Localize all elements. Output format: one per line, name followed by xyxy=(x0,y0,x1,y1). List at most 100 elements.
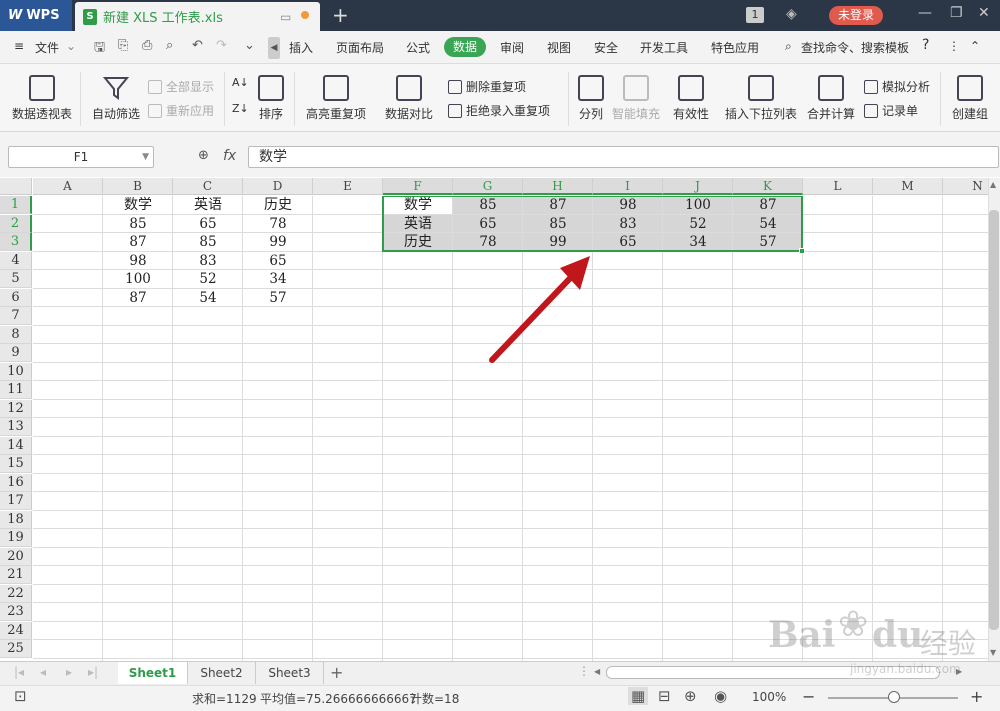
row-header-24[interactable]: 24 xyxy=(0,621,32,640)
cell-b4[interactable]: 98 xyxy=(103,252,173,270)
chevron-down-icon[interactable]: ⌄ xyxy=(66,39,76,53)
format-painter-icon[interactable]: ⎘ xyxy=(118,38,128,53)
data-compare-button[interactable]: 数据对比 xyxy=(380,75,438,122)
zoom-level[interactable]: 100% xyxy=(752,690,786,704)
undo-icon[interactable]: ↶ xyxy=(192,38,203,53)
menu-scroll-left-button[interactable]: ◀ xyxy=(268,37,280,59)
column-header-f[interactable]: F xyxy=(383,178,453,195)
hamburger-icon[interactable]: ≡ xyxy=(14,39,24,53)
add-sheet-button[interactable]: + xyxy=(330,663,343,682)
sort-descending-icon[interactable]: Z↓ xyxy=(232,102,249,115)
cell-d6[interactable]: 57 xyxy=(243,289,313,307)
eye-protection-icon[interactable]: ◉ xyxy=(714,687,727,705)
row-header-8[interactable]: 8 xyxy=(0,325,32,344)
row-header-19[interactable]: 19 xyxy=(0,529,32,548)
validity-button[interactable]: 有效性 xyxy=(668,75,714,122)
menu-review[interactable]: 审阅 xyxy=(500,39,524,56)
fill-handle[interactable] xyxy=(799,247,805,254)
row-header-20[interactable]: 20 xyxy=(0,547,32,566)
select-all-corner[interactable] xyxy=(0,178,32,195)
column-header-i[interactable]: I xyxy=(593,178,663,195)
zoom-in-button[interactable]: + xyxy=(970,687,983,706)
window-count-badge[interactable]: 1 xyxy=(746,7,764,23)
cell-d1[interactable]: 历史 xyxy=(243,196,313,214)
column-header-h[interactable]: H xyxy=(523,178,593,195)
print-icon[interactable]: ⎙ xyxy=(142,38,152,53)
row-header-3[interactable]: 3 xyxy=(0,233,32,252)
menu-file[interactable]: 文件 xyxy=(35,39,59,56)
hscroll-separator-icon[interactable]: ⋮ xyxy=(578,664,590,678)
wps-home-tab[interactable]: W WPS xyxy=(0,0,72,31)
record-form-button[interactable]: 记录单 xyxy=(864,102,918,119)
sort-ascending-icon[interactable]: A↓ xyxy=(232,76,249,89)
row-header-6[interactable]: 6 xyxy=(0,288,32,307)
menu-data[interactable]: 数据 xyxy=(444,37,486,57)
cell-b6[interactable]: 87 xyxy=(103,289,173,307)
menu-formula[interactable]: 公式 xyxy=(406,39,430,56)
consolidate-button[interactable]: 合并计算 xyxy=(806,75,856,122)
row-header-17[interactable]: 17 xyxy=(0,492,32,511)
delete-duplicates-button[interactable]: 删除重复项 xyxy=(448,78,526,95)
cell-b3[interactable]: 87 xyxy=(103,233,173,251)
page-layout-view-icon[interactable]: ⊕ xyxy=(684,687,697,705)
skin-icon[interactable]: ◈ xyxy=(786,6,797,22)
close-icon[interactable]: ✕ xyxy=(978,5,990,21)
menu-special[interactable]: 特色应用 xyxy=(711,39,759,56)
pivot-table-button[interactable]: 数据透视表 xyxy=(10,75,74,122)
row-header-7[interactable]: 7 xyxy=(0,307,32,326)
column-header-j[interactable]: J xyxy=(663,178,733,195)
scroll-up-icon[interactable]: ▲ xyxy=(990,180,996,189)
row-header-12[interactable]: 12 xyxy=(0,399,32,418)
row-header-5[interactable]: 5 xyxy=(0,270,32,289)
monitor-icon[interactable]: ▭ xyxy=(280,10,291,24)
minimize-icon[interactable]: — xyxy=(918,5,932,21)
save-icon[interactable]: 🖫 xyxy=(94,38,105,60)
menu-insert[interactable]: 插入 xyxy=(289,39,313,56)
command-search[interactable]: 查找命令、搜索模板 xyxy=(801,39,909,56)
cell-c1[interactable]: 英语 xyxy=(173,196,243,214)
menu-developer[interactable]: 开发工具 xyxy=(640,39,688,56)
row-header-14[interactable]: 14 xyxy=(0,436,32,455)
zoom-slider-knob[interactable] xyxy=(888,691,900,703)
sheet-tab-sheet3[interactable]: Sheet3 xyxy=(256,662,324,684)
row-header-22[interactable]: 22 xyxy=(0,584,32,603)
prev-sheet-icon[interactable]: ◂ xyxy=(40,665,46,679)
cell-c3[interactable]: 85 xyxy=(173,233,243,251)
reject-duplicates-button[interactable]: 拒绝录入重复项 xyxy=(448,102,550,119)
column-header-k[interactable]: K xyxy=(733,178,803,195)
sheet-tab-sheet2[interactable]: Sheet2 xyxy=(188,662,256,684)
reapply-button[interactable]: 重新应用 xyxy=(148,102,214,119)
hscroll-left-icon[interactable]: ◀ xyxy=(594,667,600,676)
row-header-18[interactable]: 18 xyxy=(0,510,32,529)
new-tab-button[interactable]: + xyxy=(332,3,349,27)
column-header-a[interactable]: A xyxy=(33,178,103,195)
row-header-1[interactable]: 1 xyxy=(0,196,32,215)
vertical-scrollbar-thumb[interactable] xyxy=(989,210,999,630)
fx-icon[interactable]: fx xyxy=(223,148,236,164)
next-sheet-icon[interactable]: ▸ xyxy=(66,665,72,679)
row-header-10[interactable]: 10 xyxy=(0,362,32,381)
row-header-25[interactable]: 25 xyxy=(0,640,32,659)
sheet-tab-sheet1[interactable]: Sheet1 xyxy=(118,662,188,684)
cell-c2[interactable]: 65 xyxy=(173,215,243,233)
document-tab[interactable]: S 新建 XLS 工作表.xls ▭ xyxy=(75,2,320,31)
macro-icon[interactable]: ⊡ xyxy=(14,687,27,705)
name-box[interactable]: F1 ▼ xyxy=(8,146,154,168)
column-header-d[interactable]: D xyxy=(243,178,313,195)
row-header-9[interactable]: 9 xyxy=(0,344,32,363)
cell-d3[interactable]: 99 xyxy=(243,233,313,251)
cell-c5[interactable]: 52 xyxy=(173,270,243,288)
chevron-down-icon[interactable]: ▼ xyxy=(142,147,149,167)
cell-d5[interactable]: 34 xyxy=(243,270,313,288)
redo-icon[interactable]: ↷ xyxy=(216,38,227,53)
smart-fill-button[interactable]: 智能填充 xyxy=(612,75,660,122)
cell-b2[interactable]: 85 xyxy=(103,215,173,233)
column-header-c[interactable]: C xyxy=(173,178,243,195)
sort-button[interactable]: 排序 xyxy=(256,75,286,122)
help-button[interactable]: ? xyxy=(922,37,929,53)
row-header-23[interactable]: 23 xyxy=(0,603,32,622)
row-header-11[interactable]: 11 xyxy=(0,381,32,400)
search-icon[interactable]: ⌕ xyxy=(785,39,792,54)
row-header-15[interactable]: 15 xyxy=(0,455,32,474)
split-column-button[interactable]: 分列 xyxy=(576,75,606,122)
